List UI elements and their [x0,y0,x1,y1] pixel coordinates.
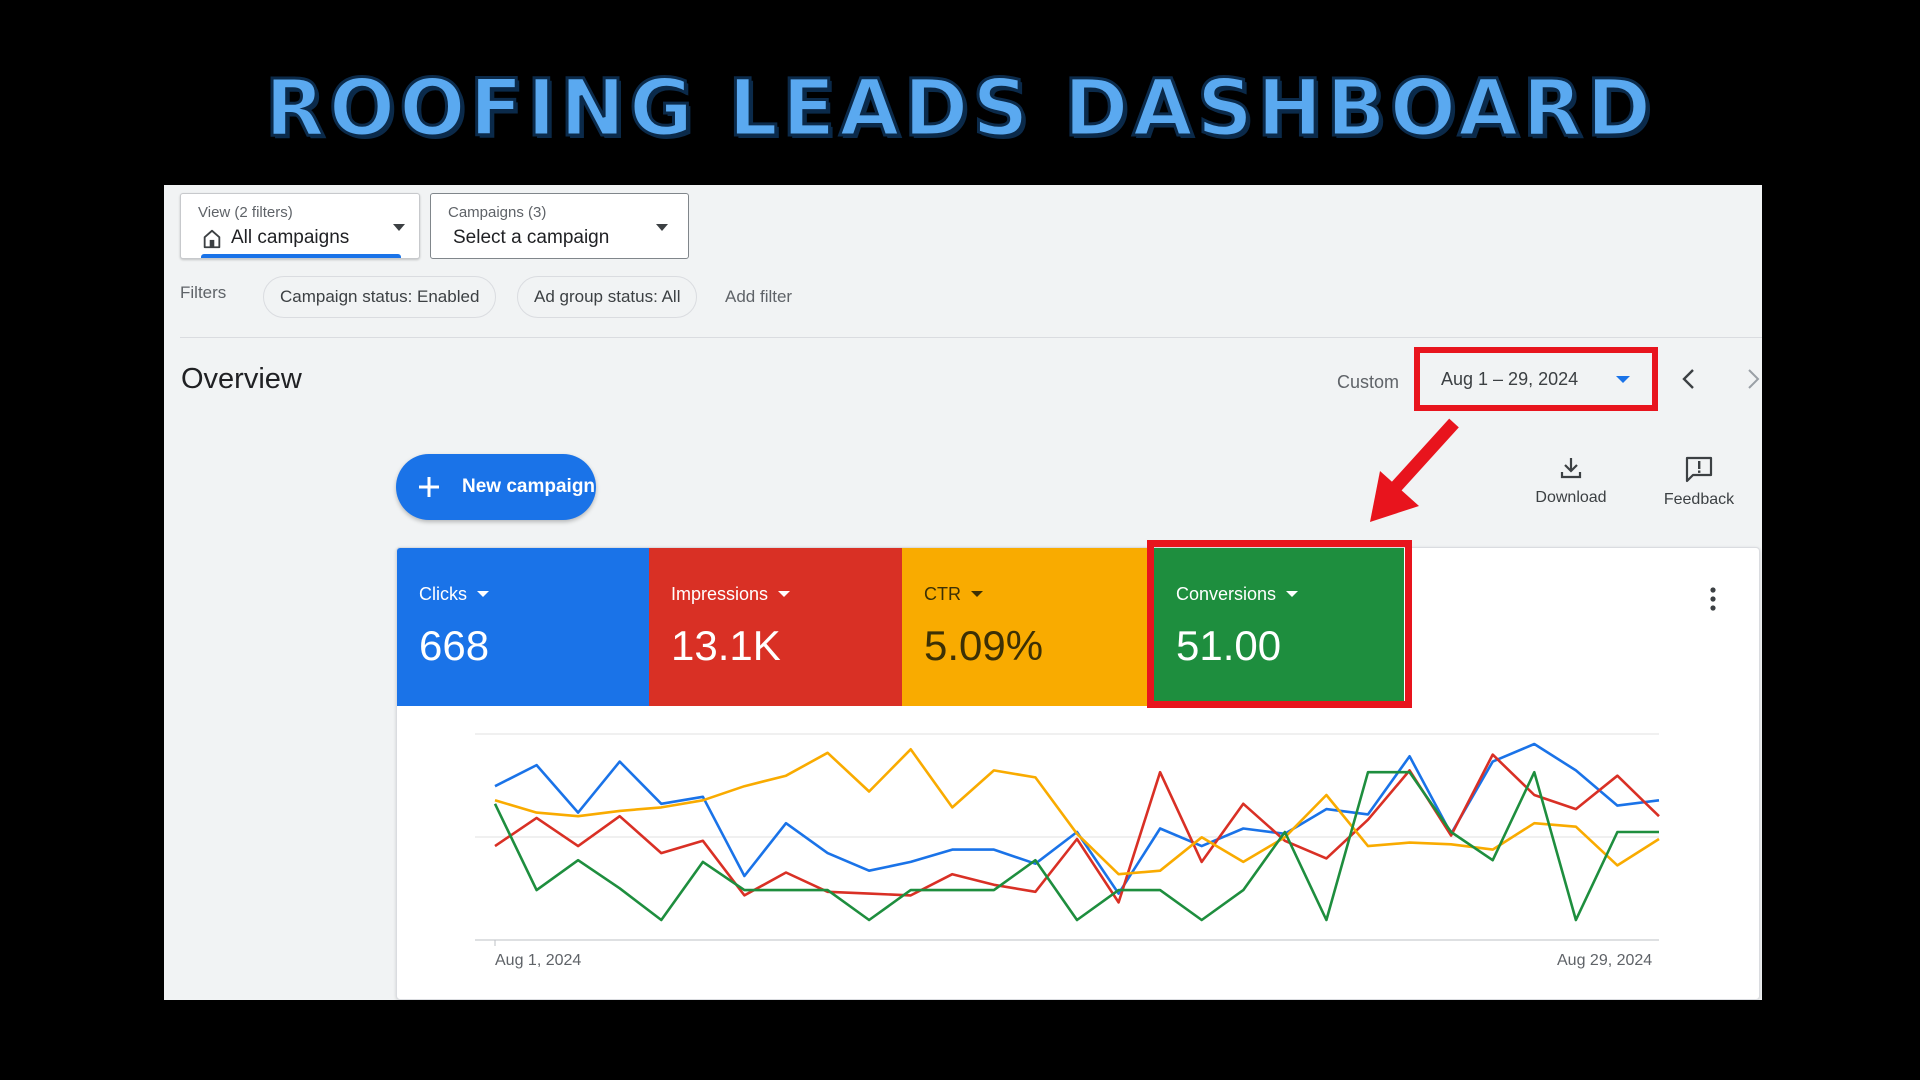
campaign-selector-value: Select a campaign [453,227,610,248]
new-campaign-label: New campaign [462,476,596,497]
more-vert-icon[interactable] [1709,586,1717,612]
chevron-down-icon [393,224,405,231]
divider [180,337,1762,338]
filter-chip-ad-group-status[interactable]: Ad group status: All [517,276,698,318]
filters-label: Filters [180,283,227,302]
date-range-picker[interactable]: Aug 1 – 29, 2024 [1414,347,1658,411]
new-campaign-button[interactable]: New campaign [396,454,596,520]
download-label: Download [1535,489,1607,506]
view-selector[interactable]: View (2 filters) All campaigns [180,193,420,259]
feedback-button[interactable]: Feedback [1654,455,1744,509]
campaign-selector-label: Campaigns (3) [448,204,547,221]
performance-line-chart [475,733,1660,946]
caret-down-icon [778,591,791,597]
metric-value: 668 [419,622,490,669]
date-range-type-label: Custom [1337,372,1400,392]
chevron-down-icon [1616,376,1630,383]
ads-overview-panel: View (2 filters) All campaigns Campaigns… [164,185,1762,1000]
download-button[interactable]: Download [1526,455,1616,507]
metric-card-clicks[interactable]: Clicks 668 [397,548,649,706]
view-selector-label: View (2 filters) [198,204,293,221]
series-line-3 [493,770,1659,922]
metric-label: Clicks [419,584,489,605]
filter-chip-campaign-status[interactable]: Campaign status: Enabled [263,276,497,318]
download-icon [1560,458,1582,479]
plus-icon [419,477,439,497]
metric-label: CTR [924,584,983,605]
house-icon [203,229,221,249]
campaign-selector[interactable]: Campaigns (3) Select a campaign [430,193,689,259]
caret-down-icon [971,591,983,597]
view-selector-value: All campaigns [231,227,350,248]
feedback-label: Feedback [1663,491,1735,508]
x-axis-end-label: Aug 29, 2024 [1557,952,1653,969]
banner-title: ROOFING LEADS DASHBOARD [263,63,1656,156]
metric-label: Impressions [671,584,791,605]
series-line-0 [494,742,1660,895]
feedback-icon [1685,456,1713,483]
date-range-value: Aug 1 – 29, 2024 [1441,369,1579,389]
chevron-down-icon [656,224,668,231]
metric-value: 5.09% [924,622,1044,669]
metric-value: 13.1K [671,622,781,669]
chevron-left-icon[interactable] [1677,364,1701,394]
selected-indicator [201,254,401,258]
conversions-highlight-box [1147,540,1412,708]
metric-card-ctr[interactable]: CTR 5.09% [902,548,1149,706]
caret-down-icon [477,591,489,597]
performance-card: Clicks 668 Impressions 13.1K CTR 5.09% C… [396,547,1760,1000]
chevron-right-icon[interactable] [1741,364,1762,394]
add-filter-button[interactable]: Add filter [725,287,792,307]
red-arrow-annotation [1370,418,1459,522]
x-axis-start-label: Aug 1, 2024 [495,952,582,969]
metric-card-impressions[interactable]: Impressions 13.1K [649,548,902,706]
page-title: Overview [181,363,302,395]
